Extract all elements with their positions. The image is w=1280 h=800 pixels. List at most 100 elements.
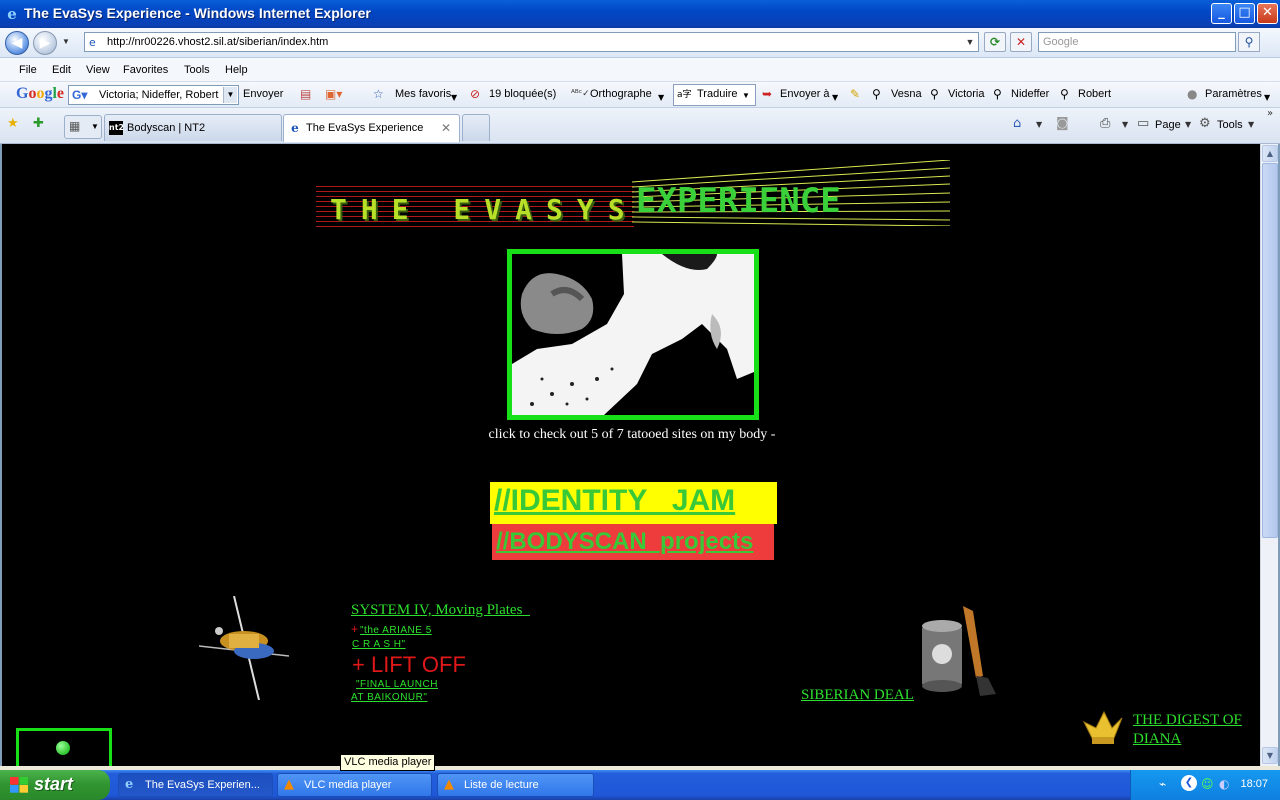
- search-term-icon[interactable]: ⚲: [1060, 87, 1069, 101]
- print-icon[interactable]: ⎙: [1100, 116, 1110, 131]
- settings-button[interactable]: Paramètres: [1205, 88, 1262, 100]
- close-button[interactable]: ✕: [1257, 3, 1278, 24]
- favorites-star-icon[interactable]: ★: [7, 116, 19, 131]
- tab-bodyscan[interactable]: nt2 Bodyscan | NT2: [104, 114, 282, 141]
- chevron-down-icon[interactable]: ▼: [451, 91, 457, 105]
- messenger-icon[interactable]: ☺: [1201, 777, 1214, 791]
- chevron-down-icon[interactable]: ▼: [1122, 120, 1128, 129]
- ariane-crash-link-1[interactable]: "the ARIANE 5: [360, 625, 432, 636]
- search-term-icon[interactable]: ⚲: [872, 87, 881, 101]
- ariane-crash-link-2[interactable]: C R A S H": [352, 639, 406, 650]
- search-term-victoria[interactable]: Victoria: [948, 88, 984, 100]
- search-term-nideffer[interactable]: Nideffer: [1011, 88, 1049, 100]
- system-iv-link[interactable]: SYSTEM IV, Moving Plates: [351, 602, 530, 619]
- chevron-down-icon[interactable]: ▼: [1036, 120, 1042, 129]
- nt2-icon: nt2: [109, 121, 124, 135]
- digest-of-diana-link[interactable]: THE DIGEST OF DIANA: [1133, 711, 1242, 749]
- body-photo-image: [512, 254, 754, 415]
- stop-button[interactable]: ✕: [1010, 32, 1032, 52]
- menu-tools[interactable]: Tools: [184, 64, 210, 76]
- crown-image[interactable]: [1082, 708, 1124, 748]
- tab-label: Bodyscan | NT2: [127, 122, 206, 134]
- taskbar-item-playlist[interactable]: ▲ Liste de lecture: [437, 773, 594, 797]
- paint-can-image[interactable]: [918, 606, 1002, 696]
- vertical-scrollbar[interactable]: ▲ ▼: [1260, 144, 1278, 766]
- search-term-icon[interactable]: ⚲: [993, 87, 1002, 101]
- page-menu-button[interactable]: Page: [1155, 119, 1181, 131]
- chevron-down-icon[interactable]: ▼: [1248, 120, 1254, 129]
- final-launch-link-2[interactable]: AT BAIKONUR": [351, 692, 427, 703]
- identity-jam-link[interactable]: //IDENTITY _JAM: [490, 482, 777, 518]
- siberian-deal-link[interactable]: SIBERIAN DEAL: [801, 687, 914, 704]
- search-icon[interactable]: ⚲: [1238, 32, 1260, 52]
- spellcheck-icon[interactable]: ᴬᴮᶜ✓: [571, 87, 590, 101]
- tools-menu-button[interactable]: Tools: [1217, 119, 1243, 131]
- address-dropdown-icon[interactable]: ▼: [962, 32, 978, 52]
- blocked-popups-button[interactable]: 19 bloquée(s): [489, 88, 556, 100]
- chevron-down-icon[interactable]: ▼: [1264, 91, 1270, 105]
- scroll-up-button[interactable]: ▲: [1262, 145, 1278, 162]
- taskbar: start e The EvaSys Experien... ▲ VLC med…: [0, 770, 1280, 800]
- back-button[interactable]: ◀: [5, 31, 29, 55]
- blocked-icon[interactable]: ⊘: [470, 87, 480, 101]
- menu-help[interactable]: Help: [225, 64, 248, 76]
- translate-button[interactable]: a字 Traduire ▼: [673, 84, 756, 106]
- security-icon[interactable]: ◐: [1219, 777, 1229, 791]
- favorites-button[interactable]: Mes favoris: [395, 88, 451, 100]
- body-photo[interactable]: [507, 249, 759, 420]
- chevron-down-icon[interactable]: ▼: [658, 91, 664, 105]
- tray-expand-icon[interactable]: ❮: [1181, 775, 1197, 791]
- page-icon[interactable]: ▭: [1137, 116, 1149, 131]
- chevron-down-icon[interactable]: ▼: [832, 91, 838, 105]
- news-icon[interactable]: ▤: [300, 87, 311, 101]
- gear-icon[interactable]: ⚙: [1199, 116, 1211, 131]
- menu-view[interactable]: View: [86, 64, 110, 76]
- scroll-thumb[interactable]: [1262, 163, 1278, 538]
- menu-file[interactable]: File: [19, 64, 37, 76]
- google-send-button[interactable]: Envoyer: [243, 88, 283, 100]
- start-button[interactable]: start: [0, 770, 110, 800]
- forward-button[interactable]: ▶: [33, 31, 57, 55]
- quick-tabs-button[interactable]: ▦ ▼: [64, 115, 102, 139]
- final-launch-link-1[interactable]: "FINAL LAUNCH: [356, 679, 438, 690]
- rss-icon[interactable]: ◙: [1056, 116, 1069, 131]
- maximize-button[interactable]: □: [1234, 3, 1255, 24]
- chevron-down-icon: ▼: [91, 122, 99, 131]
- taskbar-item-label: The EvaSys Experien...: [145, 779, 260, 791]
- close-icon[interactable]: ✕: [441, 121, 451, 135]
- search-term-robert[interactable]: Robert: [1078, 88, 1111, 100]
- search-term-vesna[interactable]: Vesna: [891, 88, 922, 100]
- menu-favorites[interactable]: Favorites: [123, 64, 168, 76]
- chevron-down-icon[interactable]: ▼: [1185, 120, 1191, 129]
- more-icon[interactable]: »: [1267, 108, 1273, 119]
- taskbar-item-vlc[interactable]: ▲ VLC media player: [277, 773, 432, 797]
- search-term-icon[interactable]: ⚲: [930, 87, 939, 101]
- home-icon[interactable]: ⌂: [1013, 116, 1021, 131]
- address-input[interactable]: e http://nr00226.vhost2.sil.at/siberian/…: [84, 32, 979, 52]
- highlighter-icon[interactable]: ✎: [850, 87, 860, 101]
- add-favorite-icon[interactable]: ✚: [33, 116, 44, 131]
- chevron-down-icon[interactable]: ▼: [223, 87, 237, 103]
- satellite-image[interactable]: [199, 596, 289, 700]
- menu-edit[interactable]: Edit: [52, 64, 71, 76]
- scroll-down-button[interactable]: ▼: [1262, 747, 1278, 764]
- green-frame-box[interactable]: [16, 728, 112, 766]
- new-tab-button[interactable]: [462, 114, 490, 141]
- quick-tabs-icon: ▦: [69, 119, 81, 133]
- search-input[interactable]: Google: [1038, 32, 1236, 52]
- star-icon[interactable]: ☆: [373, 87, 384, 101]
- history-dropdown-icon[interactable]: ▼: [62, 37, 70, 46]
- banner-experience-text: EXPERIENCE: [636, 181, 841, 221]
- settings-icon[interactable]: ●: [1187, 87, 1197, 101]
- google-search-input[interactable]: G▾ Victoria; Nideffer, Robert ▼: [68, 85, 239, 105]
- send-to-icon[interactable]: ➥: [762, 87, 772, 101]
- network-icon[interactable]: ⌁: [1159, 777, 1166, 791]
- minimize-button[interactable]: _: [1211, 3, 1232, 24]
- popup-icon[interactable]: ▣▾: [325, 87, 342, 101]
- refresh-button[interactable]: ⟳: [984, 32, 1006, 52]
- taskbar-item-evasys[interactable]: e The EvaSys Experien...: [118, 773, 273, 797]
- spelling-button[interactable]: Orthographe: [590, 88, 652, 100]
- bodyscan-projects-link[interactable]: //BODYSCAN_projects: [492, 524, 774, 556]
- tab-evasys[interactable]: e The EvaSys Experience ✕: [283, 114, 460, 142]
- send-to-button[interactable]: Envoyer à: [780, 88, 830, 100]
